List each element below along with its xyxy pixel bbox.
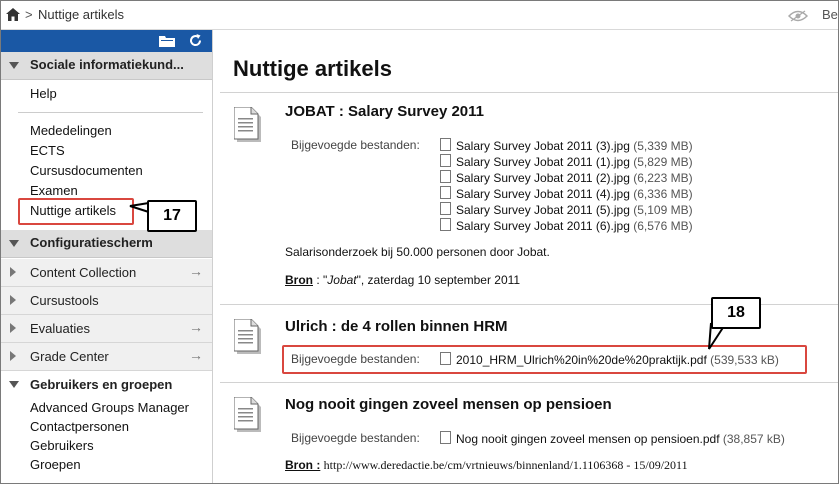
course-title-header[interactable]: Sociale informatiekund... (1, 52, 212, 80)
sidebar-link-mededelingen[interactable]: Mededelingen (30, 123, 112, 138)
users-groups-title: Gebruikers en groepen (30, 377, 173, 392)
config-row-evaluaties[interactable]: Evaluaties → (1, 315, 212, 343)
attachment-link[interactable]: Nog nooit gingen zoveel mensen op pensio… (440, 431, 785, 446)
item-title[interactable]: Nog nooit gingen zoveel mensen op pensio… (285, 396, 612, 413)
breadcrumb-separator: > (25, 7, 33, 22)
sidebar-link-advanced-groups[interactable]: Advanced Groups Manager (30, 400, 189, 415)
expand-triangle-icon (10, 323, 16, 333)
attachment-link[interactable]: Salary Survey Jobat 2011 (4).jpg (6,336 … (440, 186, 693, 201)
attachment-link[interactable]: Salary Survey Jobat 2011 (1).jpg (5,829 … (440, 154, 693, 169)
eye-icon[interactable] (788, 10, 808, 22)
users-groups-header[interactable]: Gebruikers en groepen (1, 373, 212, 395)
config-row-content-collection[interactable]: Content Collection → (1, 259, 212, 287)
config-row-label: Content Collection (30, 265, 137, 280)
refresh-icon[interactable] (188, 33, 203, 48)
document-icon (234, 107, 261, 142)
sidebar-link-help[interactable]: Help (30, 86, 57, 101)
collapse-triangle-icon (9, 62, 19, 69)
page-title: Nuttige artikels (233, 56, 392, 81)
file-icon (440, 218, 451, 231)
expand-triangle-icon (10, 295, 16, 305)
config-row-label: Grade Center (30, 349, 109, 364)
attachment-link[interactable]: Salary Survey Jobat 2011 (2).jpg (6,223 … (440, 170, 693, 185)
item-source: Bron : "Jobat", zaterdag 10 september 20… (285, 273, 521, 287)
config-panel-title: Configuratiescherm (30, 235, 153, 250)
attachment-link[interactable]: Salary Survey Jobat 2011 (6).jpg (6,576 … (440, 218, 693, 233)
attachments-label: Bijgevoegde bestanden: (291, 138, 420, 152)
content-item-pensioen: Nog nooit gingen zoveel mensen op pensio… (220, 383, 838, 483)
folder-view-icon[interactable] (159, 35, 175, 47)
file-icon (440, 170, 451, 183)
content-area: Nuttige artikels JOBAT : Salary Survey 2… (220, 30, 838, 483)
config-row-label: Cursustools (30, 293, 99, 308)
file-icon (440, 202, 451, 215)
highlight-box-17 (18, 198, 134, 225)
sidebar-link-groepen[interactable]: Groepen (30, 457, 81, 472)
config-row-grade-center[interactable]: Grade Center → (1, 343, 212, 371)
expand-triangle-icon (10, 351, 16, 361)
edit-mode-label[interactable]: Be (822, 7, 838, 22)
sidebar-link-gebruikers[interactable]: Gebruikers (30, 438, 94, 453)
sidebar-link-contactpersonen[interactable]: Contactpersonen (30, 419, 129, 434)
document-icon (234, 319, 261, 354)
document-icon (234, 397, 261, 432)
window-frame: > Nuttige artikels Be Sociale informatie… (0, 0, 839, 484)
callout-label-17: 17 (147, 200, 197, 232)
arrow-right-icon: → (189, 263, 203, 279)
menu-toolbar (1, 30, 212, 52)
sidebar-link-ects[interactable]: ECTS (30, 143, 65, 158)
page-title-bar: Nuttige artikels (220, 30, 838, 93)
file-icon (440, 186, 451, 199)
course-title: Sociale informatiekund... (30, 57, 184, 72)
collapse-triangle-icon (9, 240, 19, 247)
sidebar-link-examen[interactable]: Examen (30, 183, 78, 198)
item-title[interactable]: Ulrich : de 4 rollen binnen HRM (285, 318, 508, 335)
arrow-right-icon: → (189, 319, 203, 335)
item-title[interactable]: JOBAT : Salary Survey 2011 (285, 103, 484, 120)
sidebar-link-cursusdocumenten[interactable]: Cursusdocumenten (30, 163, 143, 178)
home-icon[interactable] (6, 8, 20, 21)
file-icon (440, 154, 451, 167)
content-item-jobat: JOBAT : Salary Survey 2011 Bijgevoegde b… (220, 93, 838, 305)
attachments-label: Bijgevoegde bestanden: (291, 431, 420, 445)
item-source: Bron : http://www.deredactie.be/cm/vrtni… (285, 458, 688, 472)
callout-label-18: 18 (711, 297, 761, 329)
attachment-link[interactable]: Salary Survey Jobat 2011 (3).jpg (5,339 … (440, 138, 693, 153)
config-row-cursustools[interactable]: Cursustools (1, 287, 212, 315)
breadcrumb-bar: > Nuttige artikels Be (1, 1, 838, 30)
arrow-right-icon: → (189, 347, 203, 363)
collapse-triangle-icon (9, 381, 19, 388)
breadcrumb-current: Nuttige artikels (38, 7, 124, 22)
course-menu: Sociale informatiekund... Help Mededelin… (1, 30, 213, 483)
config-row-label: Evaluaties (30, 321, 90, 336)
item-description: Salarisonderzoek bij 50.000 personen doo… (285, 245, 550, 259)
sidebar-divider (18, 112, 203, 113)
attachment-link[interactable]: Salary Survey Jobat 2011 (5).jpg (5,109 … (440, 202, 693, 217)
expand-triangle-icon (10, 267, 16, 277)
file-icon (440, 138, 451, 151)
config-panel-header[interactable]: Configuratiescherm (1, 230, 212, 258)
file-icon (440, 431, 451, 444)
